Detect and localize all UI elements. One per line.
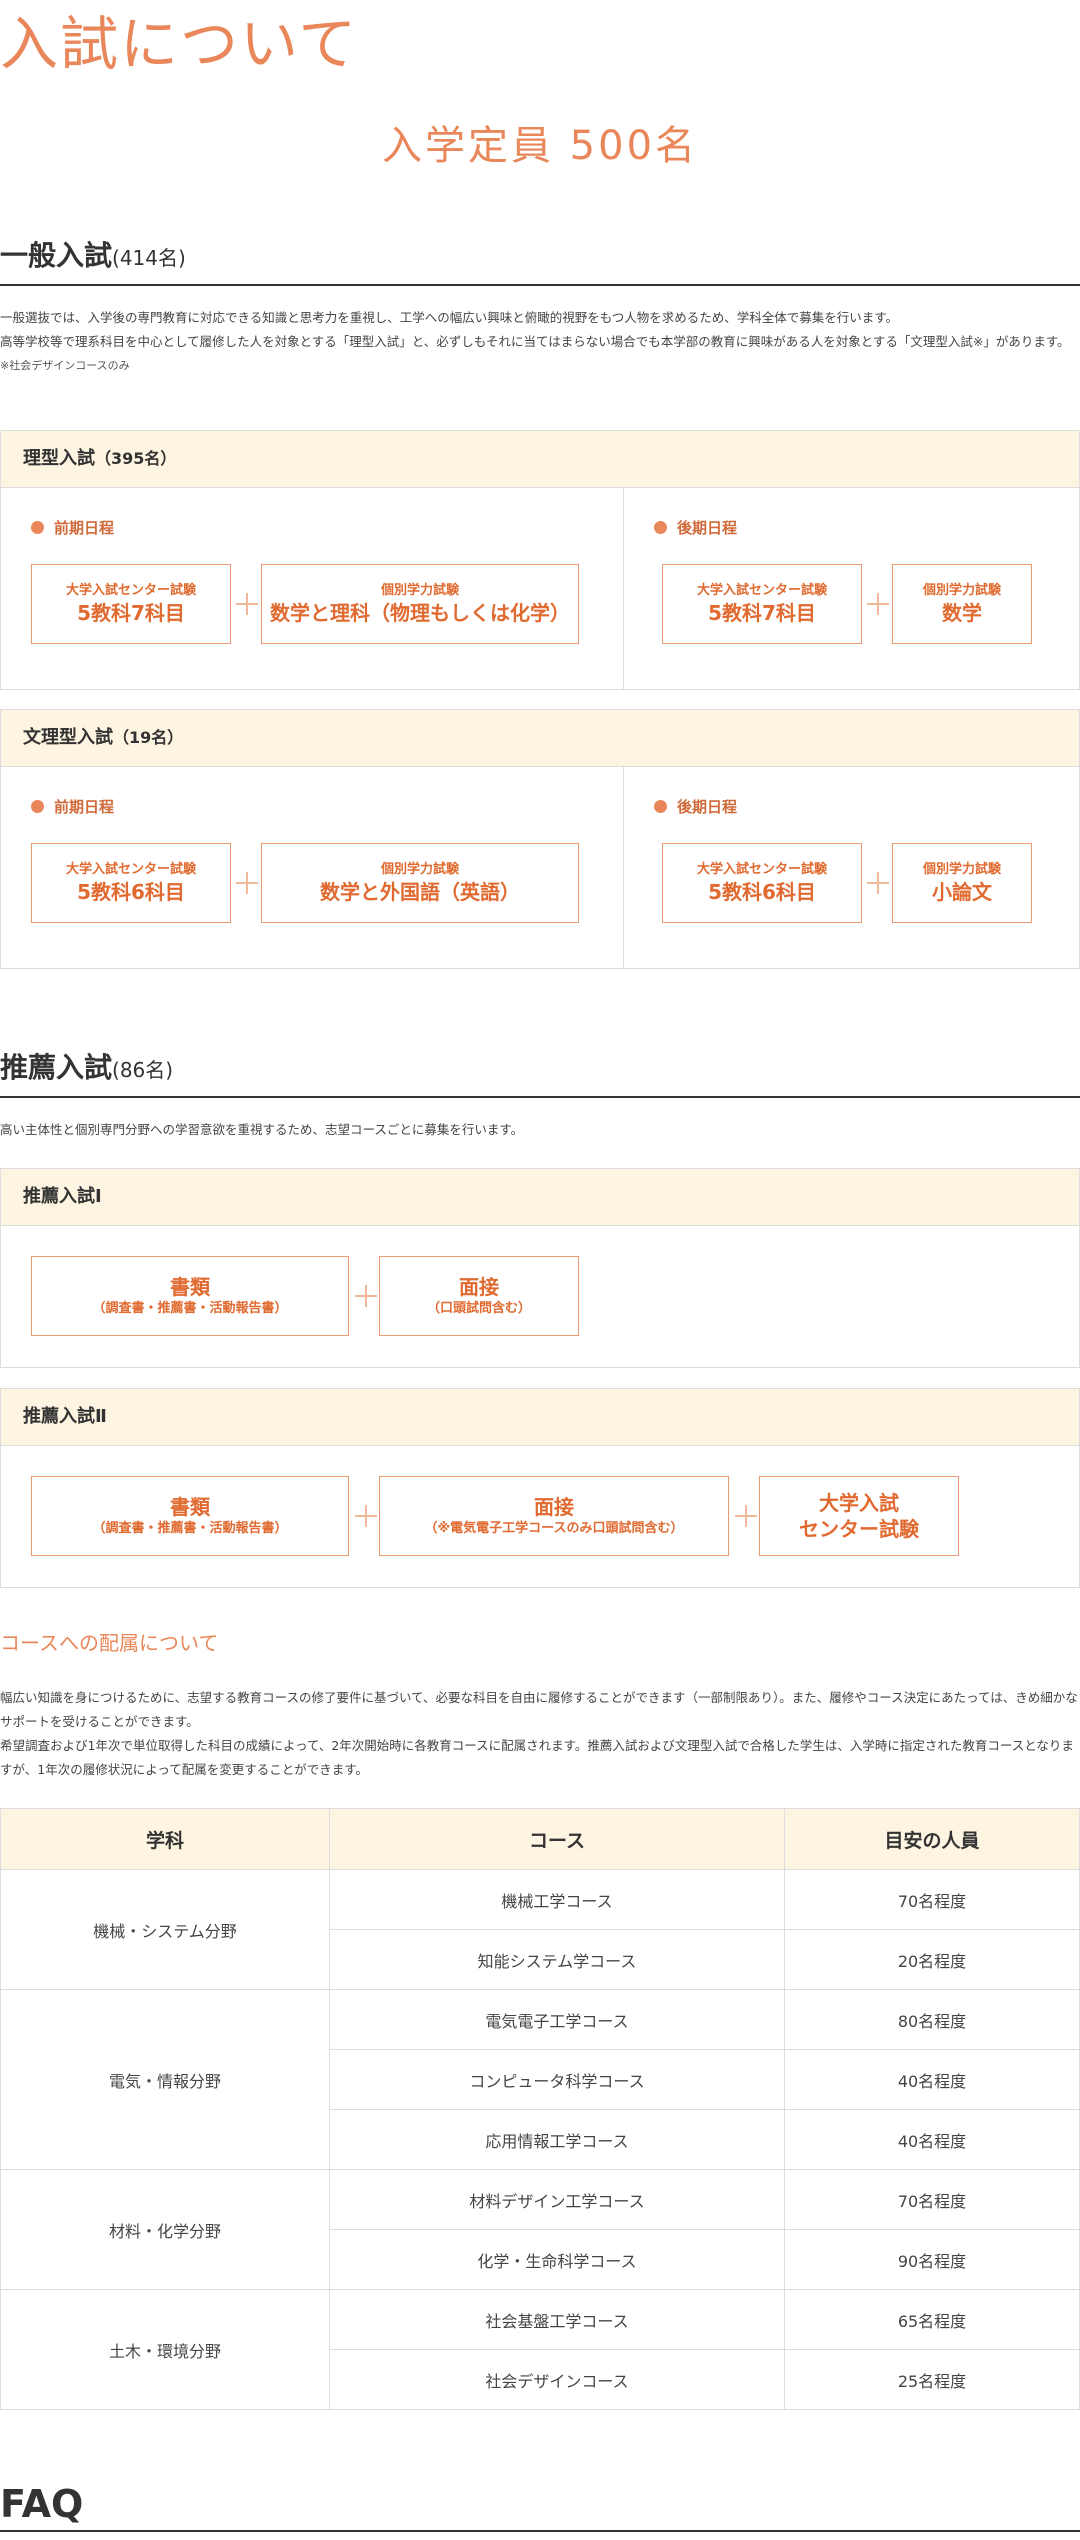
science-late-label: 後期日程 [654,518,737,538]
capacity-cell: 70名程度 [784,2169,1080,2230]
liberal-early-label: 前期日程 [31,797,114,817]
plus-icon [236,872,258,894]
bullet-dot-icon [31,521,44,534]
science-exam-box: 理型入試（395名） 前期日程 大学入試センター試験 5教科7科目 個別学力試験数… [0,430,1080,690]
plus-icon [355,1505,377,1527]
liberal-late-individual-test: 個別学力試験 小論文 [892,843,1032,923]
table-row: 土木・環境分野 社会基盤工学コース 65名程度 [0,2289,1080,2410]
bullet-dot-icon [31,800,44,813]
recommend-2-documents: 書類 （調査書・推薦書・活動報告書） [31,1476,349,1556]
course-cell: 材料デザイン工学コース [329,2169,785,2230]
liberal-late-panel: 後期日程 大学入試センター試験 5教科6科目 個別学力試験 小論文 [624,767,1079,968]
dept-cell: 材料・化学分野 [0,2169,330,2290]
science-late-panel: 後期日程 大学入試センター試験 5教科7科目 個別学力試験 数学 [624,488,1079,689]
recommend-heading-count: (86名) [112,1058,174,1082]
dept-cell: 機械・システム分野 [0,1869,330,1990]
course-cell: 化学・生命科学コース [329,2229,785,2290]
table-header-row: 学科 コース 目安の人員 [0,1808,1080,1870]
table-row: 材料・化学分野 材料デザイン工学コース 70名程度 [0,2169,1080,2290]
science-exam-title: 理型入試 [23,448,95,469]
capacity-cell: 65名程度 [784,2289,1080,2350]
recommend-1-interview: 面接 （口頭試問含む） [379,1256,579,1336]
science-early-individual-test: 個別学力試験 数学と理科（物理もしくは化学） [261,564,579,644]
general-para-1: 一般選抜では、入学後の専門教育に対応できる知識と思考力を重視し、工学への幅広い興… [0,310,899,325]
plus-icon [867,593,889,615]
capacity-cell: 20名程度 [784,1929,1080,1990]
general-admission-heading: 一般入試(414名) [0,236,1080,286]
liberal-exam-title: 文理型入試 [23,727,113,748]
course-cell: 電気電子工学コース [329,1989,785,2050]
science-early-center-test: 大学入試センター試験 5教科7科目 [31,564,231,644]
liberal-early-center-test: 大学入試センター試験 5教科6科目 [31,843,231,923]
recommend-2-interview: 面接 （※電気電子工学コースのみ口頭試問含む） [379,1476,729,1556]
science-late-individual-test: 個別学力試験 数学 [892,564,1032,644]
bullet-dot-icon [654,800,667,813]
general-para-2: 高等学校等で理系科目を中心として履修した人を対象とする「理型入試」と、必ずしもそ… [0,334,1070,349]
plus-icon [735,1505,757,1527]
course-para-2: 希望調査および1年次で単位取得した科目の成績によって、2年次開始時に各教育コース… [0,1738,1074,1777]
liberal-late-center-test: 大学入試センター試験 5教科6科目 [662,843,862,923]
liberal-exam-count: （19名） [113,728,184,747]
capacity-cell: 40名程度 [784,2109,1080,2170]
recommend-2-center-test: 大学入試 センター試験 [759,1476,959,1556]
general-heading-count: (414名) [112,246,186,270]
course-cell: 社会デザインコース [329,2349,785,2410]
science-early-panel: 前期日程 大学入試センター試験 5教科7科目 個別学力試験 数学と理科（物理もしくは… [1,488,623,689]
course-cell: 応用情報工学コース [329,2109,785,2170]
table-row: 電気・情報分野 電気電子工学コース 80名程度 [0,1989,1080,2170]
page-title: 入試について [0,10,359,78]
dept-cell: 電気・情報分野 [0,1989,330,2170]
recommend-2-header: 推薦入試Ⅱ [1,1389,1079,1446]
course-para-1: 幅広い知識を身につけるために、志望する教育コースの修了要件に基づいて、必要な科目… [0,1690,1078,1729]
capacity-cell: 40名程度 [784,2049,1080,2110]
course-assignment-title: コースへの配属について [0,1631,219,1655]
recommend-2-box: 推薦入試Ⅱ 書類 （調査書・推薦書・活動報告書） 面接 （※電気電子工学コースのみ口… [0,1388,1080,1588]
recommend-1-box: 推薦入試Ⅰ 書類 （調査書・推薦書・活動報告書） 面接 （口頭試問含む） [0,1168,1080,1368]
liberal-late-label: 後期日程 [654,797,737,817]
course-table: 学科 コース 目安の人員 機械・システム分野 機械工学コース 70名程度 知能シ… [0,1808,1080,2410]
capacity-cell: 90名程度 [784,2229,1080,2290]
plus-icon [236,593,258,615]
plus-icon [867,872,889,894]
dept-cell: 土木・環境分野 [0,2289,330,2410]
course-cell: コンピュータ科学コース [329,2049,785,2110]
capacity-cell: 80名程度 [784,1989,1080,2050]
recommend-admission-heading: 推薦入試(86名) [0,1048,1080,1098]
liberal-exam-box: 文理型入試（19名） 前期日程 大学入試センター試験 5教科6科目 個別学力試験数… [0,709,1080,969]
course-description: 幅広い知識を身につけるために、志望する教育コースの修了要件に基づいて、必要な科目… [0,1686,1080,1782]
table-header-capacity: 目安の人員 [784,1808,1080,1870]
course-cell: 社会基盤工学コース [329,2289,785,2350]
general-heading-text: 一般入試 [0,239,113,272]
admission-capacity: 入学定員 500名 [381,123,699,169]
recommend-1-documents: 書類 （調査書・推薦書・活動報告書） [31,1256,349,1336]
science-exam-header: 理型入試（395名） [1,431,1079,488]
course-cell: 知能システム学コース [329,1929,785,1990]
science-exam-count: （395名） [95,449,177,468]
liberal-early-panel: 前期日程 大学入試センター試験 5教科6科目 個別学力試験 数学と外国語（英語） [1,767,623,968]
bullet-dot-icon [654,521,667,534]
general-description: 一般選抜では、入学後の専門教育に対応できる知識と思考力を重視し、工学への幅広い興… [0,306,1080,378]
recommend-1-header: 推薦入試Ⅰ [1,1169,1079,1226]
faq-heading: FAQ [0,2478,1080,2532]
table-row: 機械・システム分野 機械工学コース 70名程度 [0,1869,1080,1990]
general-note: ※社会デザインコースのみ [0,359,130,372]
liberal-exam-header: 文理型入試（19名） [1,710,1079,767]
science-late-center-test: 大学入試センター試験 5教科7科目 [662,564,862,644]
recommend-heading-text: 推薦入試 [0,1051,113,1084]
liberal-early-individual-test: 個別学力試験 数学と外国語（英語） [261,843,579,923]
capacity-cell: 70名程度 [784,1869,1080,1930]
plus-icon [355,1285,377,1307]
science-early-label: 前期日程 [31,518,114,538]
course-cell: 機械工学コース [329,1869,785,1930]
capacity-cell: 25名程度 [784,2349,1080,2410]
table-header-course: コース [329,1808,785,1870]
recommend-description: 高い主体性と個別専門分野への学習意欲を重視するため、志望コースごとに募集を行いま… [0,1122,524,1137]
table-header-dept: 学科 [0,1808,330,1870]
